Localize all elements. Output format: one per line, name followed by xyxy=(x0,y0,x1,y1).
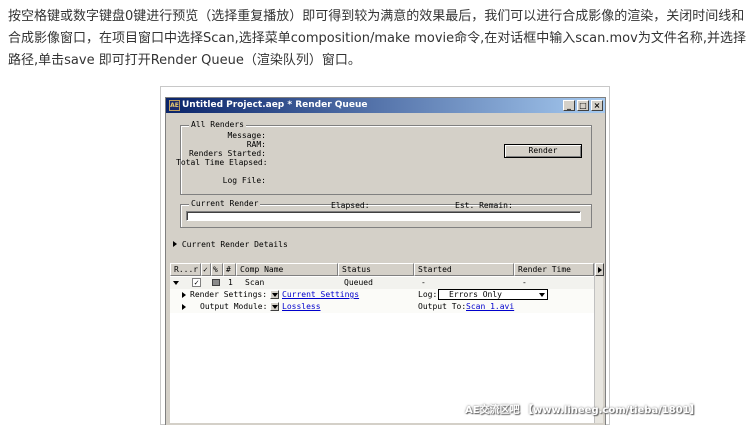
render-settings-link[interactable]: Current Settings xyxy=(282,289,359,301)
dropdown-arrow-icon xyxy=(272,293,278,297)
ram-label: RAM: xyxy=(246,140,266,149)
item-index: 1 xyxy=(228,278,233,287)
col-started-header[interactable]: Started xyxy=(414,263,514,276)
current-render-title: Current Render xyxy=(189,199,261,209)
dropdown-arrow-icon xyxy=(272,305,278,309)
col-lock-header[interactable]: ✓ xyxy=(201,263,211,276)
scroll-arrow[interactable] xyxy=(595,263,604,276)
collapse-triangle-icon[interactable] xyxy=(173,281,179,285)
log-file-label: Log File: xyxy=(222,176,266,185)
output-module-row: Output Module: Lossless Output To: Scan_… xyxy=(170,301,594,313)
total-time-elapsed-label: Total Time Elapsed: xyxy=(176,158,268,167)
render-queue-table: R...r ✓ % # Comp Name Status Started Ren… xyxy=(170,263,604,423)
close-button[interactable]: × xyxy=(591,100,603,111)
col-label-header[interactable]: % xyxy=(211,263,223,276)
render-progress-bar xyxy=(186,211,581,221)
table-header: R...r ✓ % # Comp Name Status Started Ren… xyxy=(170,263,594,276)
minimize-button[interactable]: _ xyxy=(563,100,575,111)
render-settings-label: Render Settings: xyxy=(190,290,268,299)
window-title: Untitled Project.aep * Render Queue xyxy=(182,100,368,110)
all-renders-title: All Renders xyxy=(189,120,246,130)
log-select[interactable]: Errors Only xyxy=(438,289,548,300)
current-render-details-label: Current Render Details xyxy=(181,240,288,249)
est-remain-label: Est. Remain: xyxy=(455,201,513,210)
log-select-value: Errors Only xyxy=(449,290,502,299)
maximize-button[interactable]: □ xyxy=(577,100,589,111)
render-button[interactable]: Render xyxy=(504,144,582,158)
expand-triangle-icon xyxy=(173,241,177,247)
output-to-link[interactable]: Scan_1.avi xyxy=(466,301,514,313)
queue-item-row[interactable]: ✓ 1 Scan Queued - - xyxy=(170,277,594,289)
current-render-details-toggle[interactable]: Current Render Details xyxy=(173,240,288,249)
output-module-dropdown[interactable] xyxy=(270,302,279,311)
arrow-right-icon xyxy=(598,267,602,273)
vertical-scrollbar[interactable] xyxy=(594,263,604,423)
render-checkbox[interactable]: ✓ xyxy=(192,278,201,287)
col-index-header[interactable]: # xyxy=(223,263,236,276)
intro-paragraph: 按空格键或数字键盘0键进行预览（选择重复播放）即可得到较为满意的效果最后，我们可… xyxy=(8,9,746,68)
col-render-header[interactable]: R...r xyxy=(170,263,201,276)
col-comp-name-header[interactable]: Comp Name xyxy=(236,263,338,276)
expand-triangle-icon[interactable] xyxy=(182,292,186,298)
expand-triangle-icon[interactable] xyxy=(182,304,186,310)
renders-started-label: Renders Started: xyxy=(188,149,266,158)
render-settings-dropdown[interactable] xyxy=(270,290,279,299)
output-module-link[interactable]: Lossless xyxy=(282,301,321,313)
watermark: AE交流区吧 【www.lineeg.com/tieba/1801】 xyxy=(465,405,700,416)
render-settings-row: Render Settings: Current Settings Log: E… xyxy=(170,289,594,301)
output-to-label: Output To: xyxy=(418,302,467,311)
dropdown-arrow-icon xyxy=(539,293,545,297)
screenshot-frame: AE Untitled Project.aep * Render Queue _… xyxy=(160,86,610,425)
elapsed-label: Elapsed: xyxy=(331,201,370,210)
title-bar[interactable]: AE Untitled Project.aep * Render Queue _… xyxy=(166,98,605,113)
item-status: Queued xyxy=(344,278,373,287)
col-status-header[interactable]: Status xyxy=(338,263,414,276)
output-module-label: Output Module: xyxy=(200,302,268,311)
item-started: - xyxy=(421,278,426,287)
comp-name: Scan xyxy=(245,278,265,287)
message-label: Message: xyxy=(227,131,266,140)
label-color-swatch[interactable] xyxy=(212,279,220,286)
log-label: Log: xyxy=(418,290,438,299)
render-queue-window: AE Untitled Project.aep * Render Queue _… xyxy=(165,97,606,425)
after-effects-icon: AE xyxy=(169,100,180,111)
item-render-time: - xyxy=(522,278,527,287)
col-render-time-header[interactable]: Render Time xyxy=(514,263,594,276)
